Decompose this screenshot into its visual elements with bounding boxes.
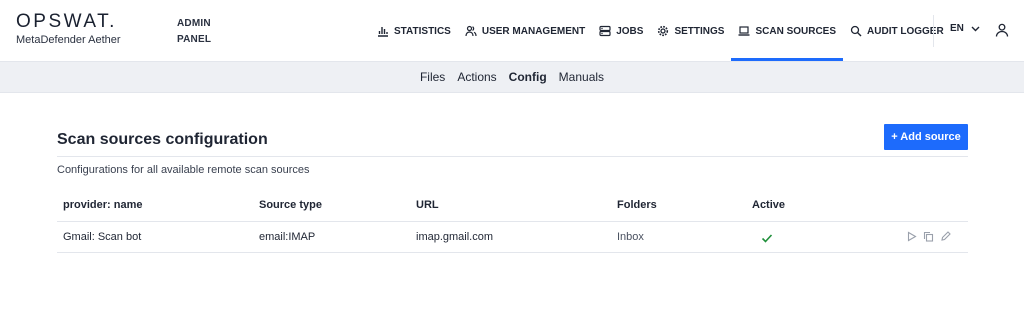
- play-icon[interactable]: [906, 231, 917, 242]
- column-header-folders[interactable]: Folders: [617, 199, 657, 211]
- column-header-source-type[interactable]: Source type: [259, 199, 322, 211]
- cell-source-type: email:IMAP: [259, 231, 316, 243]
- search-icon: [850, 25, 862, 37]
- nav-statistics-label: STATISTICS: [394, 25, 451, 37]
- product-name: MetaDefender Aether: [16, 34, 121, 46]
- tab-actions[interactable]: Actions: [457, 70, 496, 84]
- table-row-divider: [57, 252, 968, 253]
- tab-manuals[interactable]: Manuals: [559, 70, 604, 84]
- panel-label-line1: ADMIN: [177, 18, 211, 29]
- cell-name: Scan bot: [97, 231, 142, 243]
- column-header-provider[interactable]: provider: name: [63, 199, 142, 211]
- laptop-icon: [738, 26, 750, 36]
- panel-label-line2: PANEL: [177, 34, 212, 45]
- nav-jobs[interactable]: JOBS: [592, 0, 650, 62]
- panel-label: ADMIN PANEL: [177, 16, 211, 48]
- page-title: Scan sources configuration: [57, 131, 268, 148]
- gear-icon: [658, 25, 669, 37]
- checkmark-icon: [761, 234, 773, 243]
- nav-scan-sources[interactable]: SCAN SOURCES: [731, 0, 843, 62]
- top-bar: OPSWAT. MetaDefender Aether ADMIN PANEL …: [0, 0, 1024, 62]
- table-header-divider: [57, 221, 968, 222]
- edit-icon[interactable]: [940, 231, 951, 242]
- tab-config[interactable]: Config: [509, 70, 547, 84]
- user-icon[interactable]: [995, 23, 1009, 37]
- users-icon: [465, 25, 477, 37]
- nav-scan-sources-label: SCAN SOURCES: [755, 25, 837, 37]
- chevron-down-icon: [971, 26, 980, 32]
- cell-provider-name: Gmail: Scan bot: [63, 231, 141, 243]
- header-divider: [933, 15, 934, 47]
- cell-folders: Inbox: [617, 231, 644, 243]
- logo[interactable]: OPSWAT. MetaDefender Aether: [16, 11, 121, 47]
- add-source-button[interactable]: + Add source: [884, 124, 968, 150]
- logo-wordmark: OPSWAT.: [16, 11, 117, 32]
- row-actions: [906, 231, 951, 242]
- language-selector[interactable]: EN: [950, 23, 980, 34]
- column-header-active[interactable]: Active: [752, 199, 785, 211]
- nav-statistics[interactable]: STATISTICS: [370, 0, 458, 62]
- cell-url: imap.gmail.com: [416, 231, 494, 243]
- main-nav: STATISTICS USER MANAGEMENT JOBS SETTINGS…: [370, 0, 951, 62]
- nav-jobs-label: JOBS: [616, 25, 644, 37]
- title-divider: [57, 156, 968, 157]
- nav-audit-logger[interactable]: AUDIT LOGGER: [843, 0, 951, 62]
- copy-icon[interactable]: [923, 231, 934, 242]
- nav-user-management-label: USER MANAGEMENT: [481, 25, 586, 37]
- page-description: Configurations for all available remote …: [57, 164, 310, 176]
- tab-files[interactable]: Files: [420, 70, 445, 84]
- language-label: EN: [950, 23, 964, 34]
- column-header-url[interactable]: URL: [416, 199, 439, 211]
- sub-nav: Files Actions Config Manuals: [0, 62, 1024, 93]
- nav-settings[interactable]: SETTINGS: [650, 0, 731, 62]
- bar-chart-icon: [378, 27, 388, 37]
- server-icon: [599, 25, 611, 37]
- cell-provider: Gmail:: [63, 231, 95, 243]
- nav-user-management[interactable]: USER MANAGEMENT: [458, 0, 592, 62]
- nav-settings-label: SETTINGS: [674, 25, 725, 37]
